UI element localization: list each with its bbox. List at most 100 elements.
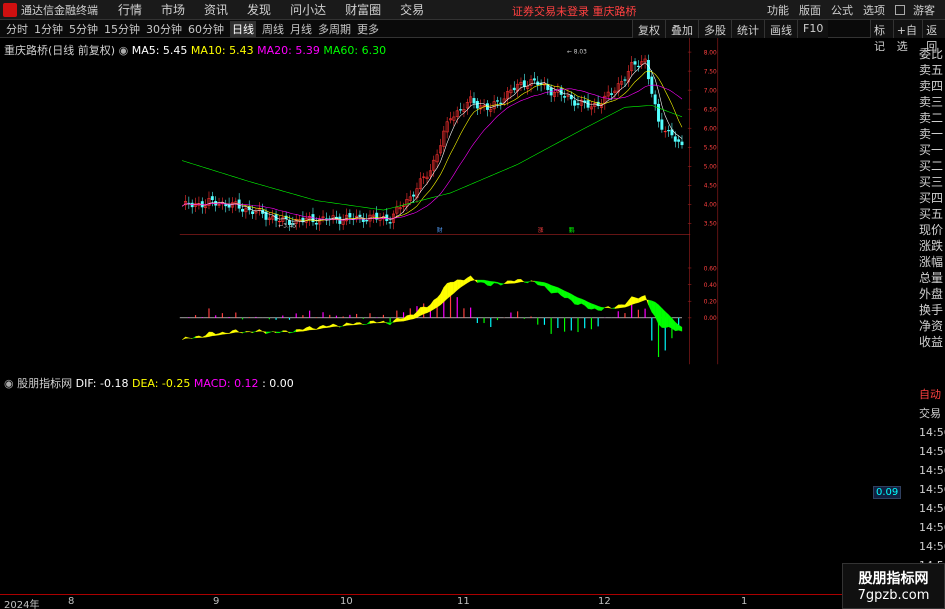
tool-stats[interactable]: 统计 (731, 20, 764, 38)
macd-ribbon (597, 305, 602, 311)
macd-ribbon (467, 275, 471, 284)
menu-quotes[interactable]: 行情 (118, 1, 142, 18)
macd-ribbon (296, 329, 300, 332)
tool-mark[interactable]: 标记 (870, 20, 893, 53)
macd-ribbon (332, 323, 337, 327)
macd-ribbon (564, 290, 569, 299)
period-5min[interactable]: 5分钟 (69, 21, 98, 37)
menu-options[interactable]: 选项 (863, 2, 885, 18)
event-marker: 财 (437, 226, 443, 234)
macd-ribbon (423, 306, 428, 315)
menu-market[interactable]: 市场 (161, 1, 185, 18)
candle-body (365, 219, 369, 222)
macd-ribbon (540, 281, 545, 287)
auto-button[interactable]: 自动 (919, 386, 941, 402)
macd-ribbon (212, 331, 216, 336)
window-icon[interactable] (895, 5, 905, 15)
macd-ribbon (269, 331, 273, 333)
menu-trade[interactable]: 交易 (400, 1, 424, 18)
candle-body (496, 100, 499, 102)
stock-chart[interactable]: 8.00 7.50 7.00 6.50 6.00 5.50 5.00 4.50 4.00 3.50… (0, 38, 870, 373)
time-label: 14:56 (919, 483, 945, 496)
macd-ribbon (188, 337, 193, 339)
candle-body (633, 61, 637, 65)
macd-ribbon (638, 296, 642, 303)
period-intraday[interactable]: 分时 (6, 21, 28, 37)
side-label: 买四 (919, 191, 944, 205)
tool-back[interactable]: 返回 (922, 20, 945, 53)
macd-ribbon (195, 335, 200, 339)
candle-body (636, 65, 640, 68)
menu-layout[interactable]: 版面 (799, 2, 821, 18)
candle-body (512, 87, 516, 91)
settings-icon[interactable]: ◉ (119, 44, 129, 57)
tool-draw-line[interactable]: 画线 (764, 20, 797, 38)
candle-body (277, 220, 281, 223)
indicator-name: 股朋指标网 (17, 377, 73, 390)
side-label: 换手 (919, 303, 944, 317)
candle-body (301, 217, 305, 223)
candle-body (522, 80, 526, 88)
candle-body (348, 213, 352, 218)
candle-body (224, 204, 228, 207)
tool-multi-stock[interactable]: 多股 (698, 20, 731, 38)
macd-ribbon (259, 329, 263, 332)
menu-wealth[interactable]: 财富圈 (345, 1, 381, 18)
menu-news[interactable]: 资讯 (204, 1, 228, 18)
macd-ribbon (192, 336, 196, 339)
period-more[interactable]: 更多 (357, 21, 379, 37)
menu-discover[interactable]: 发现 (247, 1, 271, 18)
macd-ribbon (430, 299, 434, 312)
macd-ribbon (292, 329, 297, 333)
guest-label[interactable]: 游客 (913, 2, 935, 18)
period-daily[interactable]: 日线 (230, 20, 256, 37)
login-notice[interactable]: 证券交易未登录 重庆路桥 (512, 3, 637, 19)
period-monthly[interactable]: 月线 (290, 21, 312, 37)
period-15min[interactable]: 15分钟 (104, 21, 140, 37)
candle-body (657, 103, 660, 122)
price-tick-label: 7.50 (704, 69, 717, 75)
period-multi[interactable]: 多周期 (318, 21, 351, 37)
macd-ribbon (356, 322, 361, 325)
period-30min[interactable]: 30分钟 (146, 21, 182, 37)
menu-ask[interactable]: 问小达 (290, 1, 326, 18)
period-1min[interactable]: 1分钟 (34, 21, 63, 37)
trade-label[interactable]: 交易 (919, 404, 945, 423)
candle-body (623, 79, 627, 81)
macd-ribbon (249, 331, 253, 334)
candle-body (217, 204, 221, 206)
macd-ribbon (406, 314, 411, 321)
candle-body (667, 130, 671, 132)
dea-label: DEA: -0.25 (131, 377, 191, 390)
candle-body (576, 103, 580, 105)
tool-f10[interactable]: F10 (797, 20, 829, 38)
candle-body (402, 205, 406, 207)
menu-formula[interactable]: 公式 (831, 2, 853, 18)
macd-ribbon (527, 280, 532, 284)
menu-function[interactable]: 功能 (767, 2, 789, 18)
macd-ribbon (614, 304, 619, 309)
tool-add-favorite[interactable]: +自选 (892, 20, 923, 53)
low-price-annotation: ←3.45 (278, 224, 296, 230)
macd-ribbon (218, 331, 223, 336)
macd-ribbon (262, 331, 267, 335)
macd-ribbon (440, 287, 444, 306)
macd-ribbon (665, 311, 669, 329)
settings-icon[interactable]: ◉ (4, 377, 14, 390)
side-label: 卖三 (919, 95, 944, 109)
macd-ribbon (608, 306, 612, 309)
macd-ribbon (326, 325, 330, 328)
tool-restore-rights[interactable]: 复权 (632, 20, 665, 38)
side-label: 委比 (919, 47, 944, 61)
candle-body (358, 214, 362, 217)
ma5-line (181, 62, 683, 223)
side-label: 买二 (919, 159, 944, 173)
period-weekly[interactable]: 周线 (262, 21, 284, 37)
macd-ribbon (594, 304, 599, 311)
price-tick-label: 5.00 (704, 165, 717, 171)
period-60min[interactable]: 60分钟 (188, 21, 224, 37)
macd-ribbon (534, 280, 538, 286)
side-label: 外盘 (919, 287, 944, 301)
side-tools: 标记 +自选 返回 (870, 20, 945, 53)
tool-overlay[interactable]: 叠加 (665, 20, 698, 38)
